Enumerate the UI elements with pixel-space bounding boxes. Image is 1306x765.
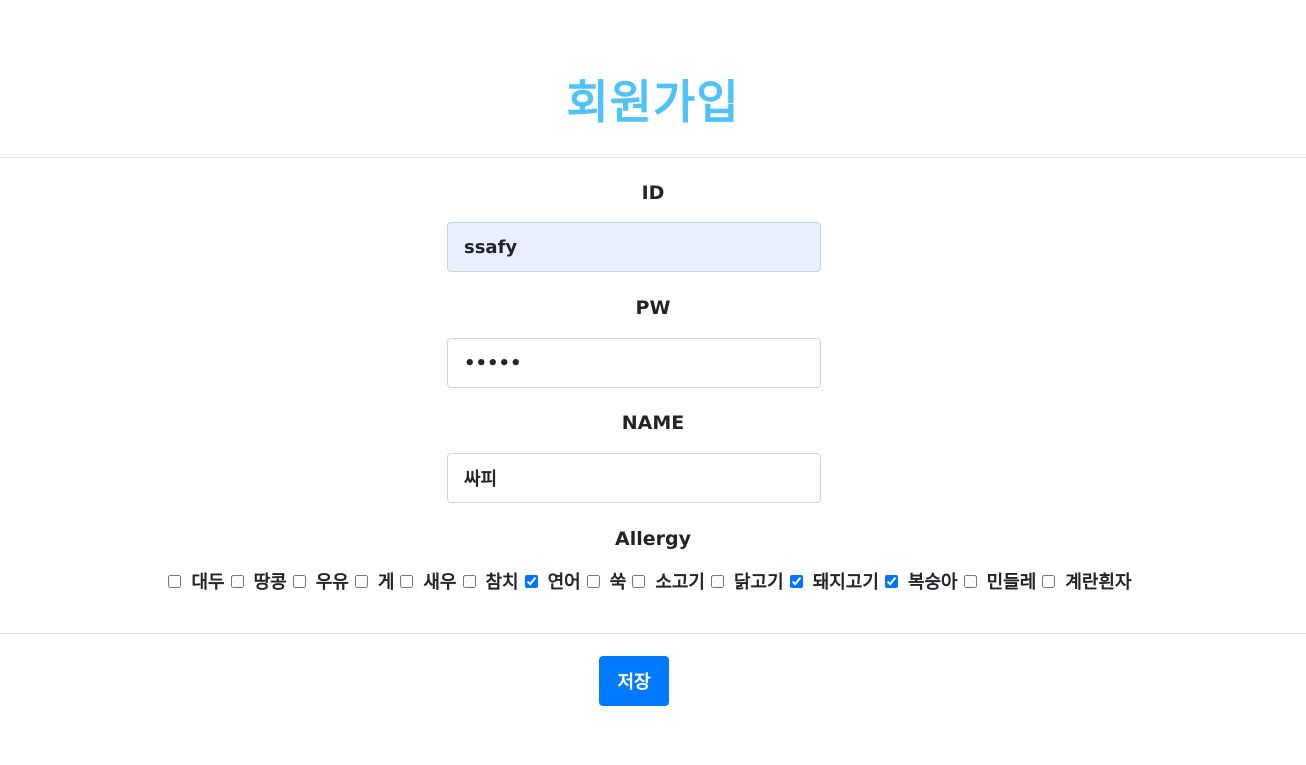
allergy-checkbox-group: 대두 땅콩 우유 게 새우 참치 연어 쑥 소고기 닭고기 돼지고기 복숭아 민… [0,568,1306,594]
allergy-option-label: 쑥 [609,572,627,593]
allergy-checkbox[interactable] [632,574,646,588]
allergy-option-label: 게 [377,572,395,593]
allergy-checkbox[interactable] [524,574,538,588]
pw-input[interactable] [447,338,821,388]
allergy-option[interactable]: 땅콩 [230,568,287,594]
allergy-label: Allergy [615,528,691,550]
allergy-checkbox[interactable] [462,574,476,588]
allergy-option-label: 민들레 [986,572,1037,593]
name-label: NAME [621,412,685,434]
allergy-checkbox[interactable] [711,574,724,588]
allergy-option[interactable]: 연어 [524,568,581,594]
allergy-checkbox[interactable] [354,574,368,588]
allergy-option[interactable]: 민들레 [963,568,1037,594]
allergy-option[interactable]: 게 [354,568,395,594]
allergy-checkbox[interactable] [884,574,898,588]
allergy-option[interactable]: 돼지고기 [789,568,879,594]
allergy-option-label: 새우 [423,572,457,593]
id-label: ID [641,182,665,204]
allergy-checkbox[interactable] [963,574,977,588]
allergy-option[interactable]: 새우 [400,568,457,594]
allergy-checkbox[interactable] [292,574,306,588]
allergy-option-label: 연어 [547,572,581,593]
allergy-option[interactable]: 쑥 [586,568,627,594]
allergy-option[interactable]: 복숭아 [884,568,958,594]
allergy-option-label: 닭고기 [734,572,784,593]
allergy-option-label: 소고기 [655,572,705,593]
allergy-checkbox[interactable] [400,574,414,588]
allergy-option-label: 돼지고기 [812,572,879,593]
allergy-checkbox[interactable] [230,574,244,588]
allergy-option[interactable]: 소고기 [632,568,705,594]
save-button[interactable]: 저장 [599,656,669,706]
allergy-option[interactable]: 참치 [462,568,519,594]
allergy-option-label: 참치 [485,572,519,593]
signup-page: 회원가입 ID PW NAME Allergy 대두 땅콩 우유 게 새우 참치… [0,0,1306,765]
allergy-option-label: 계란흰자 [1065,572,1132,593]
top-divider [0,157,1306,158]
allergy-option-label: 대두 [191,572,225,593]
pw-label: PW [635,297,671,319]
allergy-checkbox[interactable] [586,574,600,588]
allergy-option-label: 땅콩 [253,572,287,593]
id-input[interactable] [447,222,821,272]
allergy-checkbox[interactable] [1042,574,1056,588]
allergy-option[interactable]: 대두 [168,568,225,594]
allergy-option[interactable]: 우유 [292,568,349,594]
allergy-option[interactable]: 계란흰자 [1042,568,1132,594]
bottom-divider [0,633,1306,634]
allergy-option-label: 우유 [315,572,349,593]
allergy-option[interactable]: 닭고기 [711,568,784,594]
page-title: 회원가입 [566,75,740,129]
name-input[interactable] [447,453,821,503]
allergy-option-label: 복숭아 [907,572,958,593]
allergy-checkbox[interactable] [168,574,182,588]
allergy-checkbox[interactable] [789,574,803,588]
